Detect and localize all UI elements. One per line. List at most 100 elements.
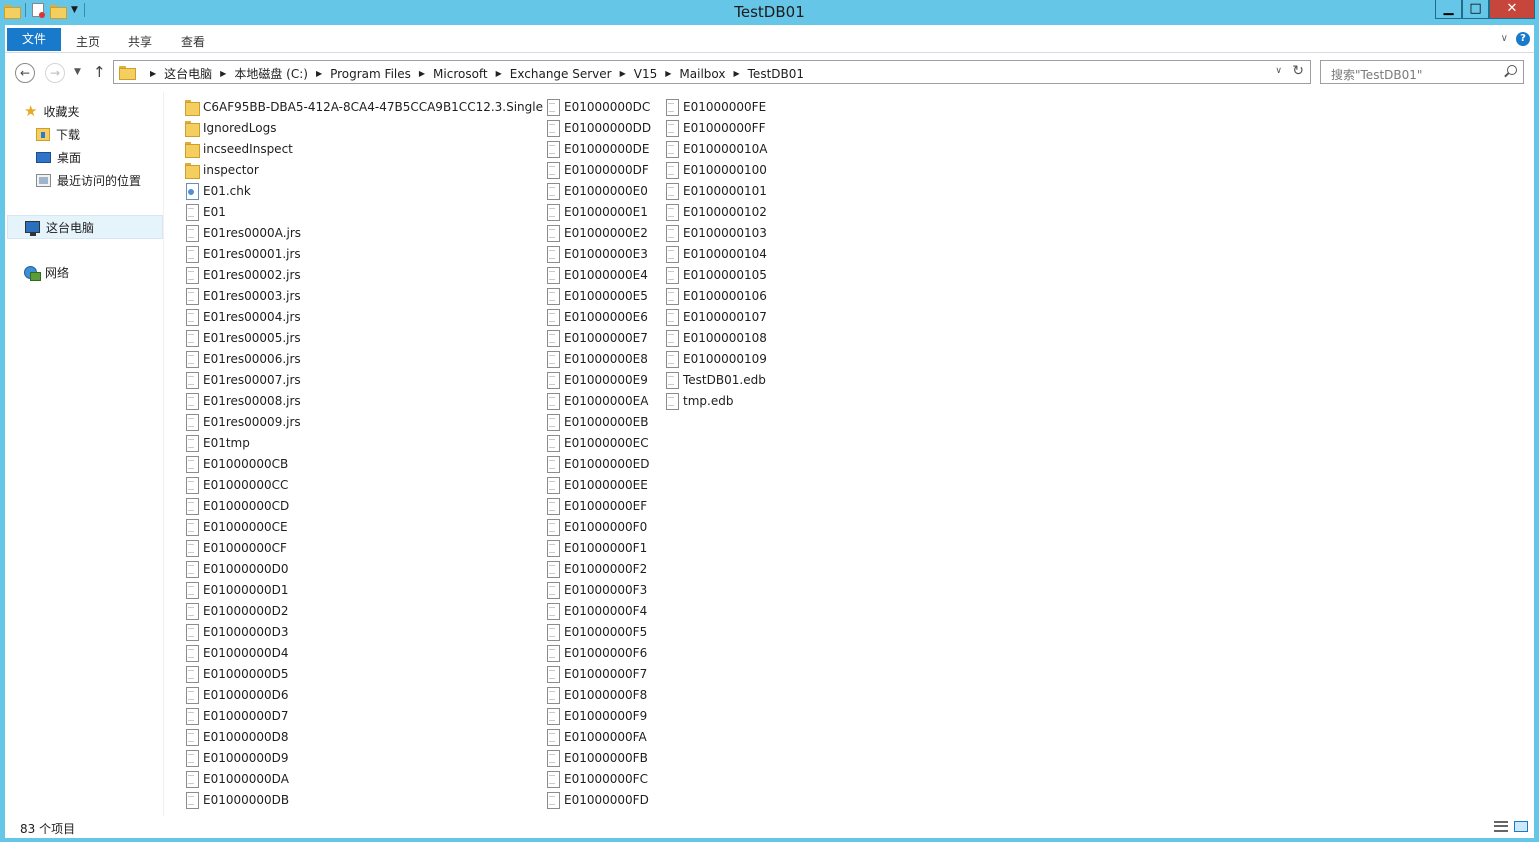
chevron-right-icon[interactable]: ▶ — [316, 69, 322, 78]
address-bar[interactable]: ▶ 这台电脑 ▶ 本地磁盘 (C:) ▶ Program Files ▶ Mic… — [113, 60, 1311, 84]
folder-item[interactable]: C6AF95BB-DBA5-412A-8CA4-47B5CCA9B1CC12.3… — [185, 96, 543, 117]
file-item[interactable]: E0100000104 — [665, 243, 767, 264]
file-item[interactable]: E01000000CB — [185, 453, 288, 474]
file-item[interactable]: E01000000DD — [546, 117, 651, 138]
expand-ribbon-icon[interactable]: ∨ — [1501, 33, 1508, 44]
file-item[interactable]: E01000000E3 — [546, 243, 648, 264]
file-item[interactable]: E01000000E6 — [546, 306, 648, 327]
nav-item-downloads[interactable]: 下载 — [36, 126, 80, 143]
file-item[interactable]: E01000000E5 — [546, 285, 648, 306]
breadcrumb-microsoft[interactable]: Microsoft — [433, 67, 488, 81]
file-item[interactable]: E01000000E2 — [546, 222, 648, 243]
file-item[interactable]: E01000000DF — [546, 159, 649, 180]
file-item[interactable]: E01000000D7 — [185, 705, 289, 726]
file-item[interactable]: E01000000E9 — [546, 369, 648, 390]
details-view-icon[interactable] — [1494, 821, 1508, 832]
file-item[interactable]: E01000000F6 — [546, 642, 647, 663]
file-item[interactable]: E01000000F1 — [546, 537, 647, 558]
file-item[interactable]: E01000000F8 — [546, 684, 647, 705]
file-item[interactable]: E01000000D9 — [185, 747, 289, 768]
file-item[interactable]: E01 — [185, 201, 226, 222]
folder-item[interactable]: IgnoredLogs — [185, 117, 276, 138]
tab-share[interactable]: 共享 — [128, 33, 152, 50]
title-bar[interactable]: ▼ TestDB01 ▁ □ ✕ — [0, 0, 1539, 25]
file-item[interactable]: E01res00001.jrs — [185, 243, 301, 264]
file-item[interactable]: E01000000D5 — [185, 663, 289, 684]
up-arrow-icon[interactable]: ↑ — [93, 63, 106, 81]
search-input[interactable]: 搜索"TestDB01" — [1331, 66, 1422, 83]
file-item[interactable]: E01res00007.jrs — [185, 369, 301, 390]
file-item[interactable]: E01000000FC — [546, 768, 648, 789]
nav-item-this-pc[interactable]: 这台电脑 — [7, 215, 163, 239]
file-item[interactable]: E01000000F9 — [546, 705, 647, 726]
file-item[interactable]: E01000000CF — [185, 537, 287, 558]
file-item[interactable]: E01000000EC — [546, 432, 649, 453]
file-item[interactable]: E01000000FB — [546, 747, 648, 768]
back-arrow-icon[interactable]: ← — [15, 63, 35, 83]
file-item[interactable]: E01000000FE — [665, 96, 766, 117]
tab-view[interactable]: 查看 — [181, 33, 205, 50]
file-item[interactable]: TestDB01.edb — [665, 369, 766, 390]
breadcrumb-program-files[interactable]: Program Files — [330, 67, 411, 81]
tab-file[interactable]: 文件 — [7, 28, 61, 51]
file-item[interactable]: E01000000DE — [546, 138, 649, 159]
breadcrumb-local-disk[interactable]: 本地磁盘 (C:) — [234, 65, 308, 82]
file-item[interactable]: E01res00008.jrs — [185, 390, 301, 411]
file-item[interactable]: E01000000EB — [546, 411, 648, 432]
file-item[interactable]: E0100000105 — [665, 264, 767, 285]
file-item[interactable]: E01res00006.jrs — [185, 348, 301, 369]
breadcrumb-exchange-server[interactable]: Exchange Server — [510, 67, 612, 81]
file-item[interactable]: E01000000E8 — [546, 348, 648, 369]
file-item[interactable]: E01000000D2 — [185, 600, 289, 621]
search-icon[interactable] — [1507, 65, 1517, 75]
close-button[interactable]: ✕ — [1489, 0, 1535, 19]
file-item[interactable]: E01000000FF — [665, 117, 765, 138]
file-item[interactable]: E01000000CE — [185, 516, 288, 537]
file-item[interactable]: E0100000107 — [665, 306, 767, 327]
file-list[interactable]: C6AF95BB-DBA5-412A-8CA4-47B5CCA9B1CC12.3… — [165, 92, 1534, 816]
file-item[interactable]: E01000000DA — [185, 768, 289, 789]
file-item[interactable]: E01tmp — [185, 432, 250, 453]
file-item[interactable]: E0100000103 — [665, 222, 767, 243]
file-item[interactable]: E01000000F4 — [546, 600, 647, 621]
file-item[interactable]: E01000000D3 — [185, 621, 289, 642]
file-item[interactable]: E0100000108 — [665, 327, 767, 348]
file-item[interactable]: E0100000106 — [665, 285, 767, 306]
file-item[interactable]: E01000000D4 — [185, 642, 289, 663]
breadcrumb-testdb01[interactable]: TestDB01 — [748, 67, 804, 81]
file-item[interactable]: E01000000EF — [546, 495, 647, 516]
file-item[interactable]: E01000000D8 — [185, 726, 289, 747]
nav-item-favorites[interactable]: ★ 收藏夹 — [24, 102, 79, 120]
file-item[interactable]: E01.chk — [185, 180, 251, 201]
nav-item-recent[interactable]: 最近访问的位置 — [36, 172, 141, 189]
file-item[interactable]: tmp.edb — [665, 390, 733, 411]
breadcrumb-v15[interactable]: V15 — [634, 67, 657, 81]
file-item[interactable]: E01000000DC — [546, 96, 650, 117]
tab-home[interactable]: 主页 — [76, 33, 100, 50]
file-item[interactable]: E01000000E1 — [546, 201, 648, 222]
chevron-right-icon[interactable]: ▶ — [220, 69, 226, 78]
chevron-right-icon[interactable]: ▶ — [419, 69, 425, 78]
chevron-right-icon[interactable]: ▶ — [620, 69, 626, 78]
breadcrumb-mailbox[interactable]: Mailbox — [679, 67, 725, 81]
file-item[interactable]: E01000000DB — [185, 789, 289, 810]
file-item[interactable]: E01000000D6 — [185, 684, 289, 705]
forward-arrow-icon[interactable]: → — [45, 63, 65, 83]
folder-item[interactable]: inspector — [185, 159, 259, 180]
chevron-right-icon[interactable]: ▶ — [733, 69, 739, 78]
file-item[interactable]: E01000000FA — [546, 726, 647, 747]
file-item[interactable]: E01res00002.jrs — [185, 264, 301, 285]
breadcrumb-this-pc[interactable]: 这台电脑 — [164, 65, 212, 82]
file-item[interactable]: E01000000D0 — [185, 558, 289, 579]
minimize-button[interactable]: ▁ — [1435, 0, 1462, 19]
refresh-icon[interactable]: ↻ — [1292, 63, 1304, 79]
file-item[interactable]: E01000000F5 — [546, 621, 647, 642]
file-item[interactable]: E01000000ED — [546, 453, 649, 474]
chevron-right-icon[interactable]: ▶ — [665, 69, 671, 78]
file-item[interactable]: E0100000101 — [665, 180, 767, 201]
file-item[interactable]: E01res00005.jrs — [185, 327, 301, 348]
file-item[interactable]: E0100000100 — [665, 159, 767, 180]
file-item[interactable]: E01000000F7 — [546, 663, 647, 684]
file-item[interactable]: E01000000FD — [546, 789, 649, 810]
file-item[interactable]: E01000000E7 — [546, 327, 648, 348]
